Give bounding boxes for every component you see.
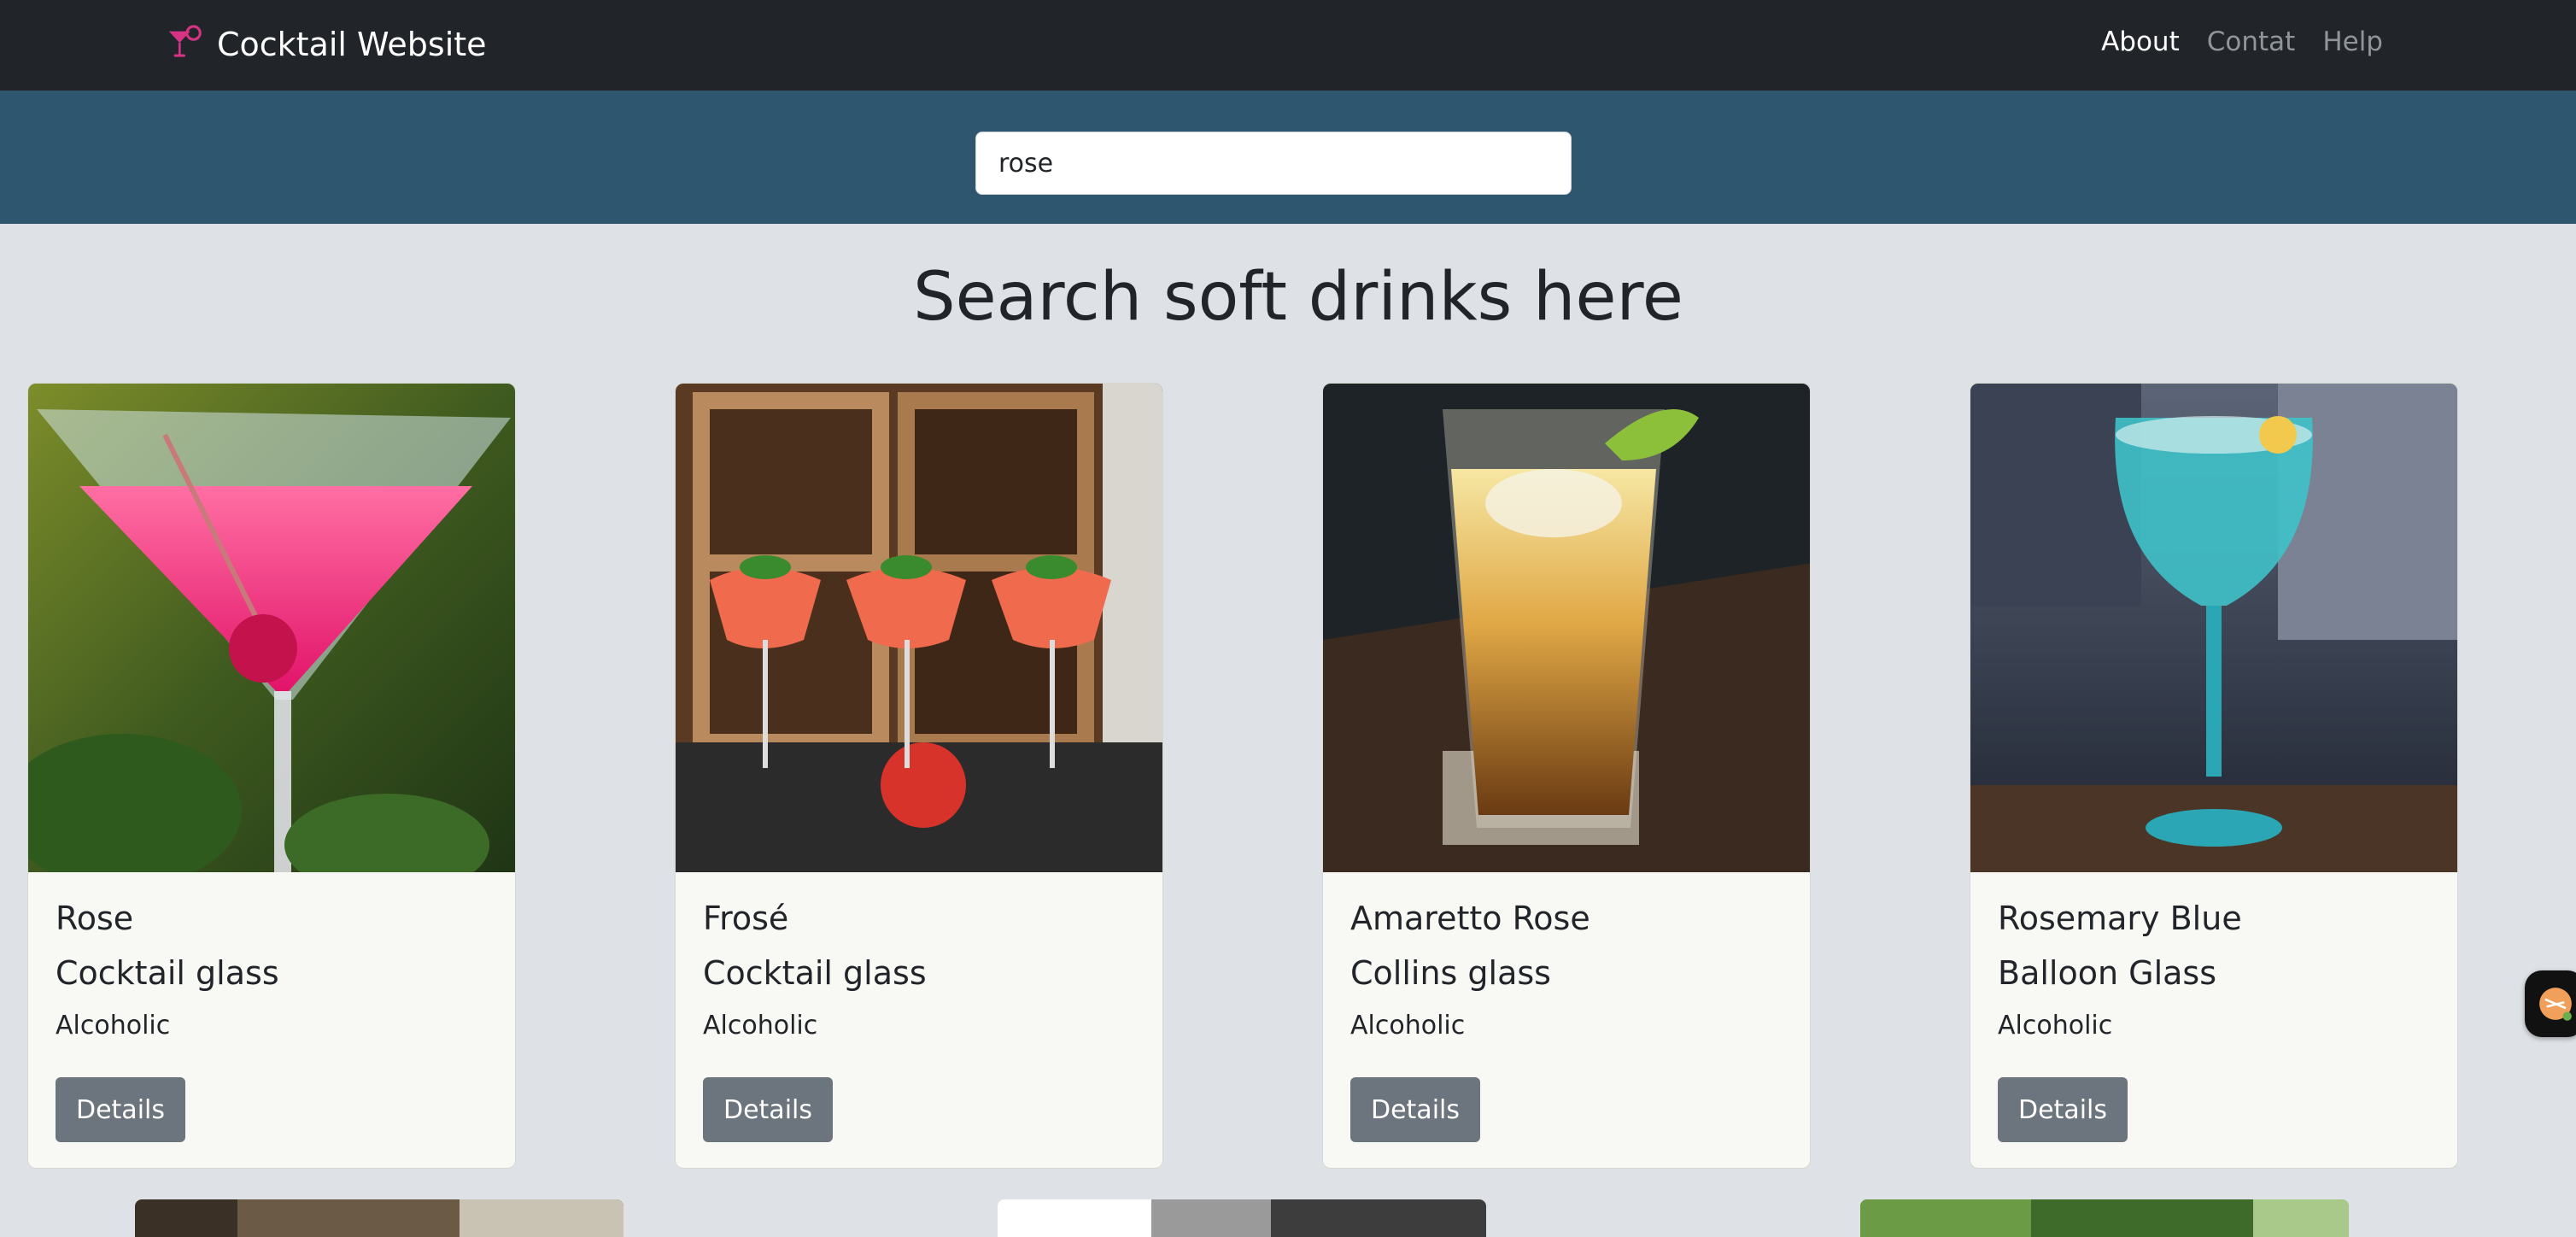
- search-band: [0, 91, 2576, 224]
- drink-image: [28, 384, 515, 872]
- drink-name: Frosé: [703, 900, 789, 937]
- top-navbar: Cocktail Website About Contat Help: [0, 0, 2576, 91]
- drink-card: Amaretto Rose Collins glass Alcoholic De…: [1322, 383, 1811, 1169]
- drink-name: Amaretto Rose: [1350, 900, 1590, 937]
- drink-glass: Balloon Glass: [1998, 954, 2217, 992]
- brand-link[interactable]: Cocktail Website: [166, 21, 487, 68]
- search-input[interactable]: [975, 132, 1572, 195]
- drink-name: Rose: [56, 900, 134, 937]
- drink-image: [1970, 384, 2457, 872]
- cocktail-glass-icon: [168, 25, 202, 57]
- drink-card: Frosé Cocktail glass Alcoholic Details: [675, 383, 1163, 1169]
- floating-widget-icon: [2539, 988, 2572, 1021]
- drink-card: Rose Cocktail glass Alcoholic Details: [27, 383, 516, 1169]
- nav-links: About Contat Help: [2101, 24, 2383, 60]
- details-button[interactable]: Details: [703, 1077, 833, 1142]
- drink-image: [1323, 384, 1810, 872]
- drink-glass: Cocktail glass: [56, 954, 279, 992]
- page-title: Search soft drinks here: [913, 259, 1683, 336]
- drink-name: Rosemary Blue: [1998, 900, 2242, 937]
- drink-card-image-partial: [998, 1199, 1486, 1237]
- details-button[interactable]: Details: [56, 1077, 185, 1142]
- drink-type: Alcoholic: [1350, 1011, 1466, 1041]
- details-button[interactable]: Details: [1350, 1077, 1480, 1142]
- nav-contact[interactable]: Contat: [2207, 24, 2296, 60]
- drink-type: Alcoholic: [56, 1011, 171, 1041]
- details-button[interactable]: Details: [1998, 1077, 2128, 1142]
- drink-card: Rosemary Blue Balloon Glass Alcoholic De…: [1970, 383, 2458, 1169]
- drink-card-image-partial: [135, 1199, 624, 1237]
- drink-type: Alcoholic: [703, 1011, 818, 1041]
- drink-glass: Cocktail glass: [703, 954, 927, 992]
- brand-title: Cocktail Website: [217, 26, 487, 63]
- drink-type: Alcoholic: [1998, 1011, 2113, 1041]
- drink-glass: Collins glass: [1350, 954, 1551, 992]
- drink-card-image-partial: [1860, 1199, 2349, 1237]
- nav-about[interactable]: About: [2101, 24, 2180, 60]
- floating-widget[interactable]: [2525, 970, 2576, 1037]
- nav-help[interactable]: Help: [2322, 24, 2383, 60]
- drink-image: [676, 384, 1162, 872]
